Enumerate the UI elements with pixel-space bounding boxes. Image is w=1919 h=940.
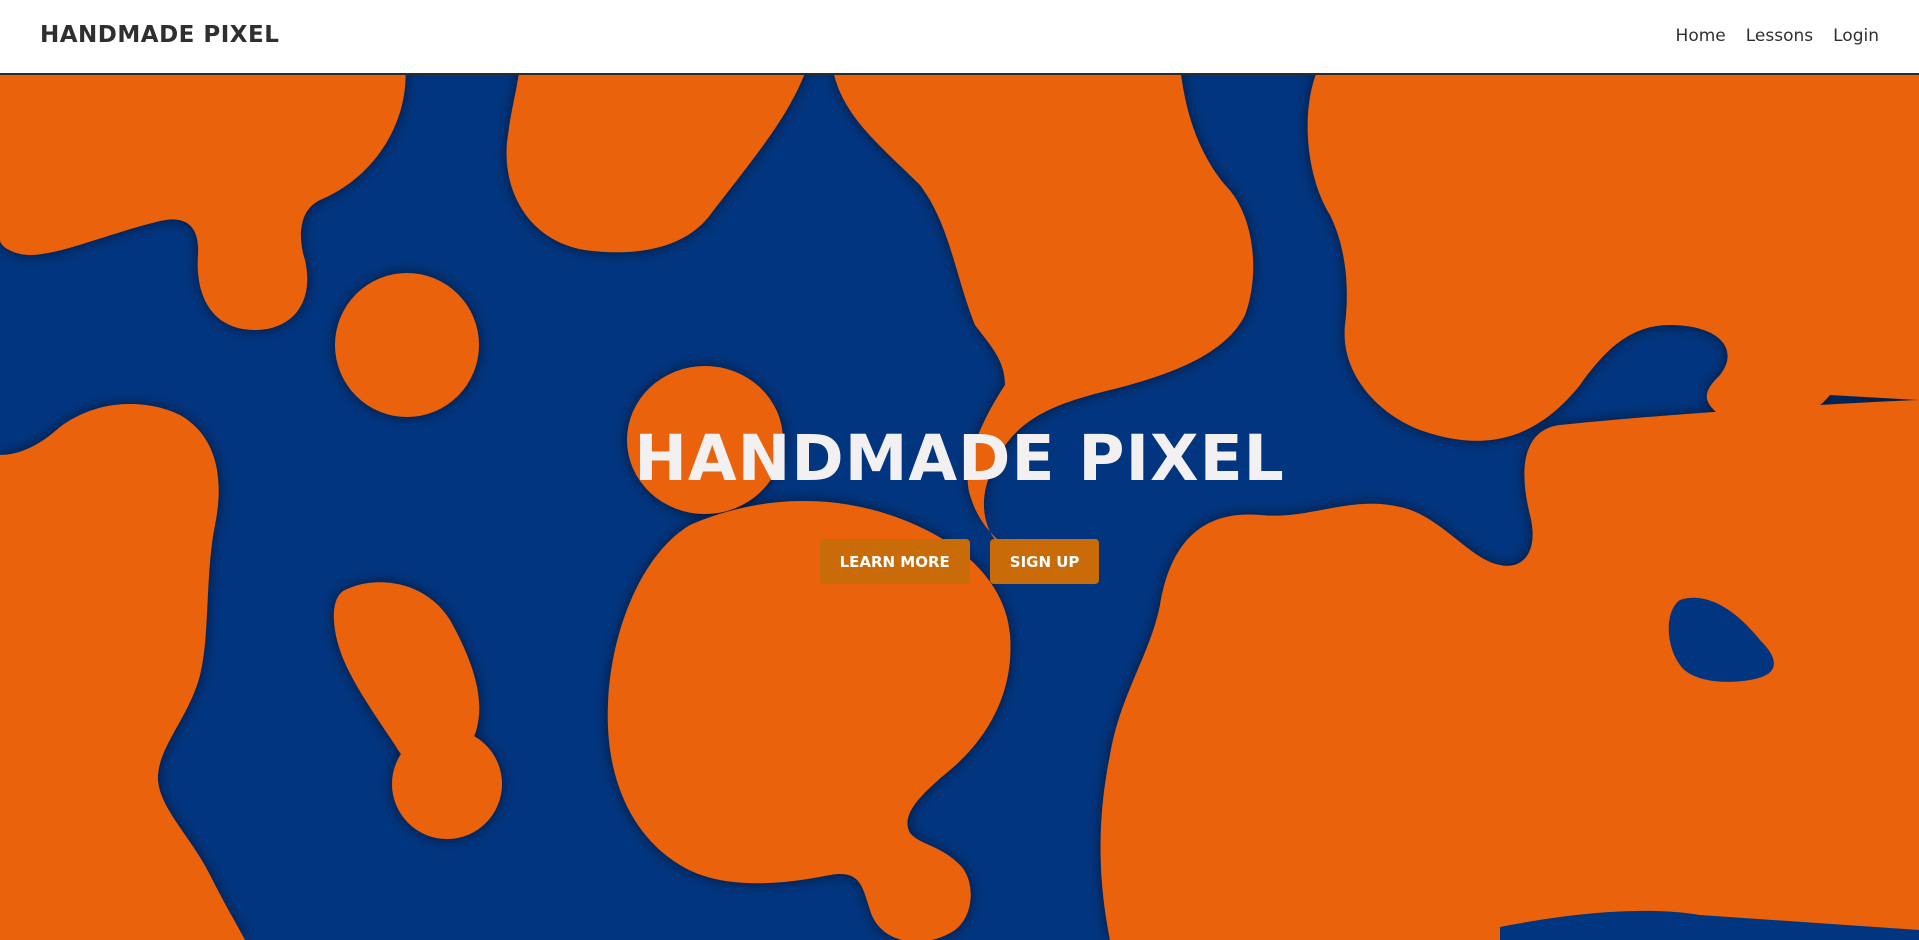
brand-logo-text[interactable]: HANDMADE PIXEL — [40, 22, 279, 48]
nav-link-home[interactable]: Home — [1676, 26, 1726, 46]
hero-content: HANDMADE PIXEL LEARN MORE SIGN UP — [0, 75, 1919, 940]
nav-link-lessons[interactable]: Lessons — [1746, 26, 1813, 46]
nav-link-login[interactable]: Login — [1833, 26, 1879, 46]
hero-title: HANDMADE PIXEL — [634, 422, 1285, 495]
hero-buttons: LEARN MORE SIGN UP — [0, 539, 1919, 584]
sign-up-button[interactable]: SIGN UP — [989, 539, 1100, 584]
top-navbar: HANDMADE PIXEL Home Lessons Login — [0, 0, 1919, 75]
learn-more-button[interactable]: LEARN MORE — [819, 539, 970, 584]
nav-links: Home Lessons Login — [1676, 26, 1879, 46]
hero-section: HANDMADE PIXEL LEARN MORE SIGN UP — [0, 75, 1919, 940]
